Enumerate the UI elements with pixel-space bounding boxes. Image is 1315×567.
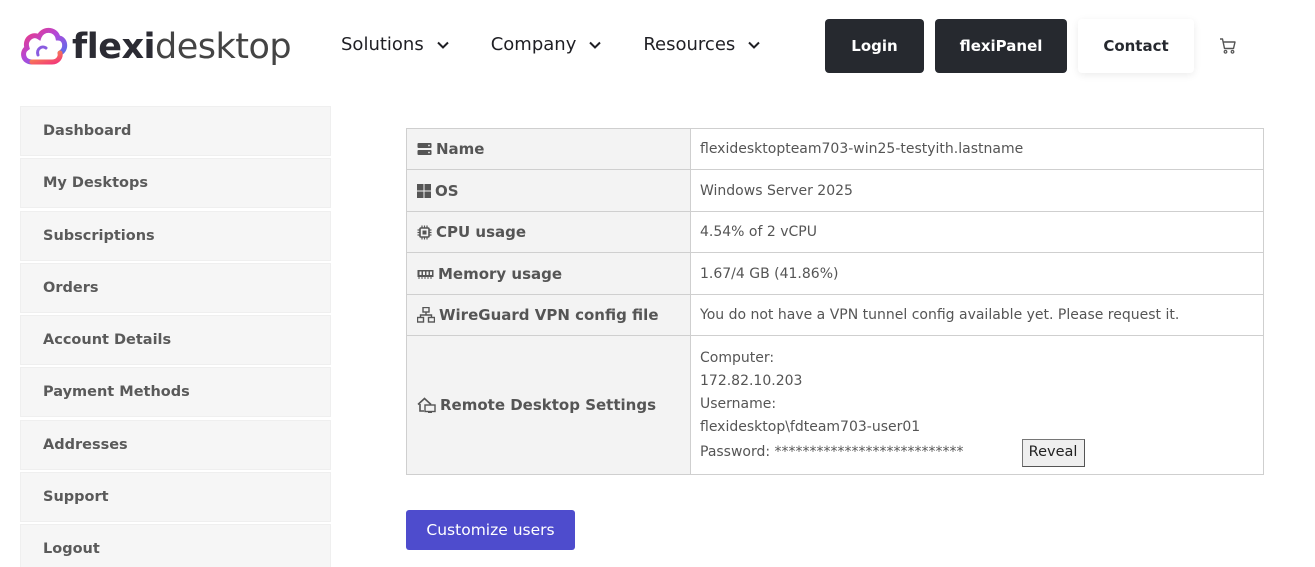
table-row: WireGuard VPN config file You do not hav… (406, 294, 1264, 336)
memory-icon (417, 269, 434, 279)
flexipanel-button[interactable]: flexiPanel (935, 19, 1067, 73)
sidebar-item-my-desktops[interactable]: My Desktops (20, 158, 331, 209)
brand-logo[interactable]: flexidesktop (18, 22, 292, 72)
chevron-down-icon (748, 41, 761, 49)
nav-solutions[interactable]: Solutions (341, 34, 450, 55)
rdp-password-text: Password: *************************** (700, 444, 964, 460)
rdp-username-label: Username: (700, 395, 777, 412)
brand-wordmark: flexidesktop (72, 26, 292, 67)
rdp-label-cell: Remote Desktop Settings (406, 335, 691, 475)
rdp-username-value: flexidesktop\fdteam703-user01 (700, 418, 921, 435)
name-value: flexidesktopteam703-win25-testyith.lastn… (690, 128, 1264, 170)
table-row: Remote Desktop Settings Computer: 172.82… (406, 335, 1264, 475)
nav-company-label: Company (490, 34, 577, 55)
nav-company[interactable]: Company (491, 34, 603, 55)
memory-label-cell: Memory usage (406, 252, 691, 295)
vpn-value: You do not have a VPN tunnel config avai… (690, 294, 1264, 336)
main-nav: Solutions Company Resources (341, 34, 802, 55)
vpn-label: WireGuard VPN config file (439, 306, 659, 324)
login-button[interactable]: Login (825, 19, 924, 73)
sidebar-item-orders[interactable]: Orders (20, 262, 331, 313)
memory-value: 1.67/4 GB (41.86%) (690, 252, 1264, 295)
os-label-cell: OS (406, 169, 691, 212)
table-row: CPU usage 4.54% of 2 vCPU (406, 211, 1264, 253)
nav-resources[interactable]: Resources (643, 34, 761, 55)
name-label: Name (436, 140, 485, 158)
nav-solutions-label: Solutions (341, 34, 424, 55)
sidebar-item-payment-methods[interactable]: Payment Methods (20, 367, 331, 418)
chevron-down-icon (589, 41, 602, 49)
account-sidebar: Dashboard My Desktops Subscriptions Orde… (20, 106, 331, 567)
remote-home-icon (417, 397, 436, 413)
table-row: Memory usage 1.67/4 GB (41.86%) (406, 252, 1264, 295)
rdp-label: Remote Desktop Settings (440, 396, 656, 414)
cpu-label-cell: CPU usage (406, 211, 691, 253)
vpn-label-cell: WireGuard VPN config file (406, 294, 691, 336)
rdp-value-cell: Computer: 172.82.10.203 Username: flexid… (690, 335, 1264, 475)
sidebar-item-dashboard[interactable]: Dashboard (20, 106, 331, 156)
customize-users-button[interactable]: Customize users (406, 510, 575, 550)
reveal-password-button[interactable]: Reveal (1021, 438, 1085, 467)
rdp-computer-value: 172.82.10.203 (700, 372, 803, 389)
sidebar-item-subscriptions[interactable]: Subscriptions (20, 210, 331, 261)
sidebar-item-logout[interactable]: Logout (20, 524, 331, 567)
cpu-icon (417, 225, 432, 239)
nav-resources-label: Resources (643, 34, 736, 55)
os-label: OS (435, 181, 459, 200)
brand-wordmark-light: desktop (155, 26, 292, 67)
os-value: Windows Server 2025 (690, 169, 1264, 212)
rdp-computer-label: Computer: (700, 349, 775, 366)
rdp-password-line: Password: *************************** Re… (700, 438, 1263, 467)
sidebar-item-addresses[interactable]: Addresses (20, 419, 331, 470)
desktop-details-table: Name flexidesktopteam703-win25-testyith.… (406, 128, 1264, 475)
sidebar-item-account-details[interactable]: Account Details (20, 315, 331, 366)
windows-icon (417, 183, 431, 198)
memory-label: Memory usage (438, 264, 563, 283)
network-icon (417, 307, 435, 323)
contact-button[interactable]: Contact (1078, 19, 1194, 73)
name-label-cell: Name (406, 128, 691, 170)
site-header: flexidesktop Solutions Company Resources… (0, 0, 1315, 95)
table-row: Name flexidesktopteam703-win25-testyith.… (406, 128, 1264, 170)
cpu-value: 4.54% of 2 vCPU (690, 211, 1264, 253)
sidebar-item-support[interactable]: Support (20, 472, 331, 523)
server-icon (417, 143, 432, 155)
table-row: OS Windows Server 2025 (406, 169, 1264, 212)
chevron-down-icon (437, 41, 449, 49)
cpu-label: CPU usage (436, 223, 527, 241)
cart-icon[interactable] (1219, 37, 1237, 55)
brand-wordmark-bold: flexi (72, 26, 156, 67)
cloud-logo-icon (21, 27, 68, 65)
